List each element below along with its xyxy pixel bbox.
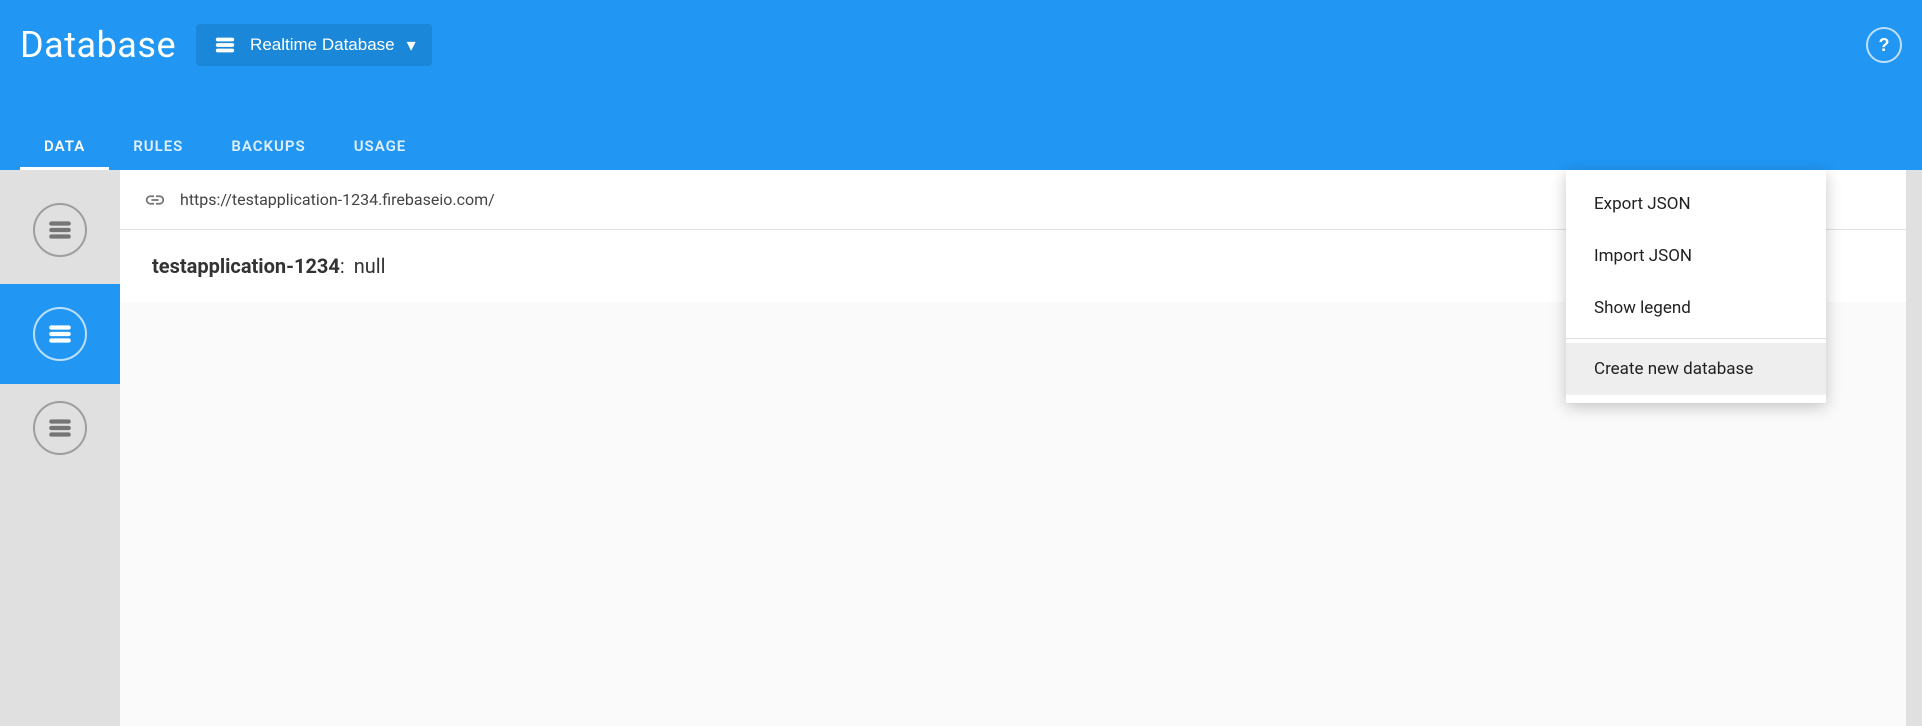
database-icon <box>212 32 238 58</box>
sidebar-item-active[interactable] <box>0 284 120 384</box>
dropdown-divider <box>1566 338 1826 339</box>
db-entry-value: null <box>354 254 386 278</box>
tab-usage[interactable]: USAGE <box>330 125 431 170</box>
db-entry-key: testapplication-1234 <box>152 254 340 278</box>
link-icon <box>144 189 166 211</box>
dropdown-create-new-database[interactable]: Create new database <box>1566 343 1826 395</box>
sidebar-icon-circle-top <box>33 203 87 257</box>
sidebar <box>0 170 120 726</box>
tab-rules[interactable]: RULES <box>109 125 207 170</box>
chevron-down-icon: ▾ <box>407 35 416 56</box>
db-selector-button[interactable]: Realtime Database ▾ <box>196 24 432 66</box>
help-label: ? <box>1879 35 1890 56</box>
header: Database Realtime Database ▾ ? DATA <box>0 0 1922 170</box>
db-entry-colon: : <box>340 254 350 278</box>
dropdown-import-json[interactable]: Import JSON <box>1566 230 1826 282</box>
dropdown-menu: Export JSON Import JSON Show legend Crea… <box>1566 170 1826 403</box>
scrollbar-area <box>1906 170 1922 726</box>
content-area: https://testapplication-1234.firebaseio.… <box>120 170 1906 726</box>
main-area: https://testapplication-1234.firebaseio.… <box>0 170 1922 726</box>
db-url: https://testapplication-1234.firebaseio.… <box>180 190 495 209</box>
dropdown-show-legend[interactable]: Show legend <box>1566 282 1826 334</box>
dropdown-export-json[interactable]: Export JSON <box>1566 178 1826 230</box>
sidebar-icon-circle-active <box>33 307 87 361</box>
sidebar-item-bottom[interactable] <box>0 388 120 468</box>
app-title: Database <box>20 24 176 66</box>
sidebar-icon-circle-bottom <box>33 401 87 455</box>
tab-data[interactable]: DATA <box>20 125 109 170</box>
header-top: Database Realtime Database ▾ ? <box>20 0 1902 90</box>
help-button[interactable]: ? <box>1866 27 1902 63</box>
sidebar-item-top[interactable] <box>0 180 120 280</box>
header-nav: DATA RULES BACKUPS USAGE <box>20 90 1902 170</box>
tab-backups[interactable]: BACKUPS <box>207 125 329 170</box>
db-selector-label: Realtime Database <box>250 35 395 55</box>
header-left: Database Realtime Database ▾ <box>20 24 432 66</box>
